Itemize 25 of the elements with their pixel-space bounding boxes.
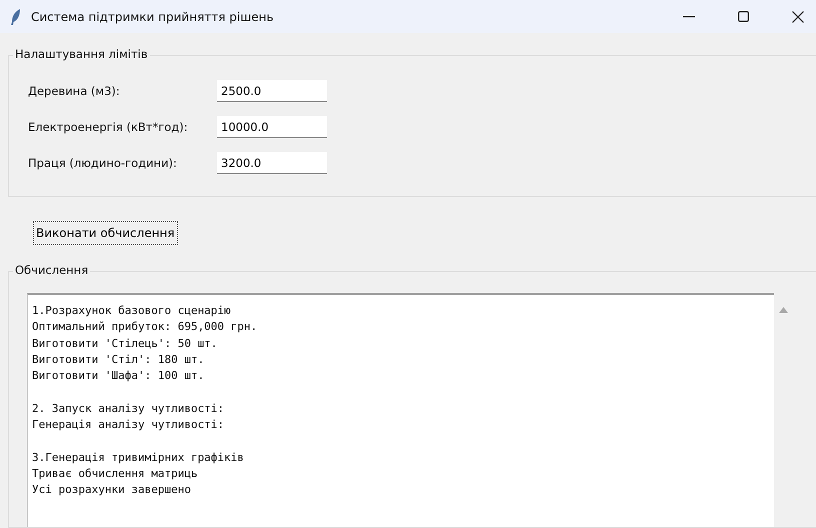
output-line: 1.Розрахунок базового сценарію xyxy=(32,303,232,319)
input-field[interactable]: 2500.0 xyxy=(217,80,327,102)
output-line: 2. Запуск аналізу чутливості: xyxy=(32,400,226,417)
output-line: Усі розрахунки завершено xyxy=(32,482,192,498)
field-label: Праця (людино-години): xyxy=(28,156,178,170)
close-icon[interactable] xyxy=(792,10,804,22)
field-label: Деревина (м3): xyxy=(28,84,121,98)
field-label: Електроенергія (кВт*год): xyxy=(28,120,189,134)
run-button[interactable]: Виконати обчислення xyxy=(33,221,178,245)
input-field[interactable]: 10000.0 xyxy=(217,116,327,138)
maximize-icon[interactable] xyxy=(738,11,749,22)
output-line: Оптимальний прибуток: 695,000 грн. xyxy=(32,319,258,336)
window-title: Система підтримки прийняття рішень xyxy=(31,10,274,24)
output-line: Триває обчислення матриць xyxy=(32,466,199,482)
group-title: Налаштування лімітів xyxy=(13,47,150,61)
group-title: Обчислення xyxy=(13,263,90,277)
feather-icon xyxy=(11,8,21,24)
input-field[interactable]: 3200.0 xyxy=(217,152,327,174)
minimize-icon[interactable] xyxy=(683,16,695,18)
output-line: 3.Генерація тривимірних графіків xyxy=(32,450,245,466)
output-line: Виготовити 'Стілець': 50 шт. xyxy=(32,336,218,352)
output-text-area[interactable] xyxy=(27,293,774,527)
output-line: Виготовити 'Стіл': 180 шт. xyxy=(32,352,206,368)
output-line: Генерація аналізу чутливості: xyxy=(32,417,226,434)
output-line: Виготовити 'Шафа': 100 шт. xyxy=(32,368,206,384)
